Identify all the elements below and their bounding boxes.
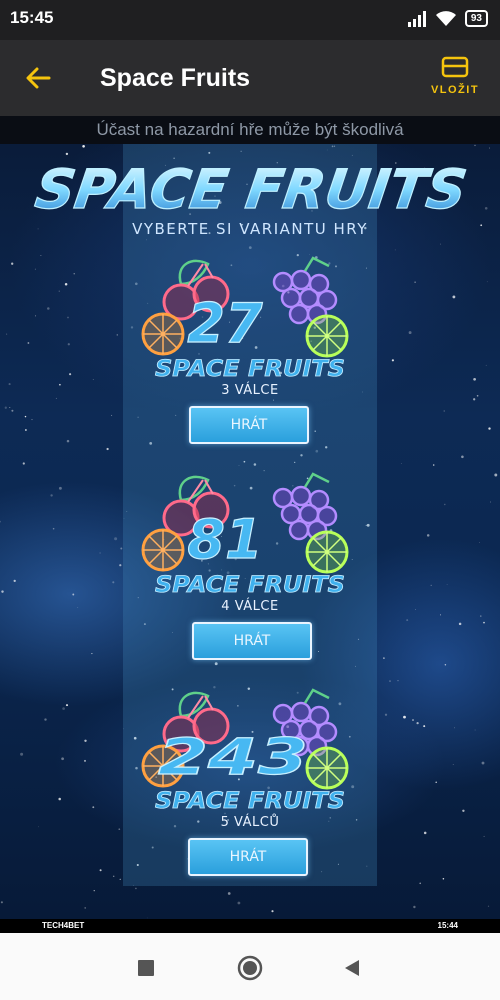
variant-art-243: 243 SPACE FRUITS (141, 688, 349, 814)
play-button-27[interactable]: HRÁT (189, 406, 309, 444)
recents-button[interactable] (131, 953, 161, 983)
variant-reels: 4 VÁLCE (221, 599, 279, 614)
status-icons: 93 (407, 10, 488, 27)
status-bar: 15:45 93 (0, 0, 500, 40)
signal-icon (407, 10, 426, 27)
home-icon (237, 955, 263, 981)
back-arrow-icon (26, 67, 51, 89)
variant-reels: 3 VÁLCE (221, 383, 279, 398)
gambling-warning: Účast na hazardní hře může být škodlivá (0, 116, 500, 144)
back-nav-icon (345, 960, 359, 976)
game-logo: SPACE FRUITS (31, 158, 471, 220)
variant-number: 243 (158, 728, 308, 786)
variant-art-81: 81 SPACE FRUITS (141, 472, 349, 598)
variant-number: 81 (187, 508, 262, 571)
app-bar: Space Fruits VLOŽIT (0, 40, 500, 116)
game-area: SPACE FRUITS VYBERTE SI VARIANTU HRY 27 … (0, 144, 500, 919)
brand-label: TECH4BET (42, 921, 85, 930)
variant-name: SPACE FRUITS (155, 357, 345, 382)
variant-card-243: 243 SPACE FRUITS 5 VÁLCŮ HRÁT (123, 686, 377, 891)
battery-icon: 93 (464, 10, 488, 27)
game-clock: 15:44 (437, 921, 458, 930)
variant-reels: 5 VÁLCŮ (220, 815, 280, 830)
deposit-label: VLOŽIT (430, 84, 480, 96)
status-time: 15:45 (10, 8, 54, 27)
back-nav-button[interactable] (337, 953, 367, 983)
variant-subtitle: VYBERTE SI VARIANTU HRY (132, 220, 368, 238)
system-nav-bar (0, 933, 500, 1000)
wifi-icon (435, 10, 456, 26)
variant-name: SPACE FRUITS (155, 789, 345, 814)
variant-card-81: 81 SPACE FRUITS 4 VÁLCE HRÁT (123, 470, 377, 675)
play-button-81[interactable]: HRÁT (192, 622, 312, 660)
variant-card-27: 27 SPACE FRUITS 3 VÁLCE HRÁT (123, 254, 377, 459)
back-button[interactable] (18, 60, 58, 96)
logo-text: SPACE FRUITS (32, 158, 471, 220)
home-button[interactable] (235, 953, 265, 983)
wallet-icon (441, 56, 469, 78)
info-bar: TECH4BET 15:44 (0, 919, 500, 933)
recents-icon (138, 960, 154, 976)
variant-name: SPACE FRUITS (155, 573, 345, 598)
deposit-button[interactable]: VLOŽIT (424, 56, 486, 106)
variant-art-27: 27 SPACE FRUITS (141, 256, 349, 382)
play-button-243[interactable]: HRÁT (188, 838, 308, 876)
variant-number: 27 (187, 292, 263, 355)
page-title: Space Fruits (100, 64, 251, 92)
